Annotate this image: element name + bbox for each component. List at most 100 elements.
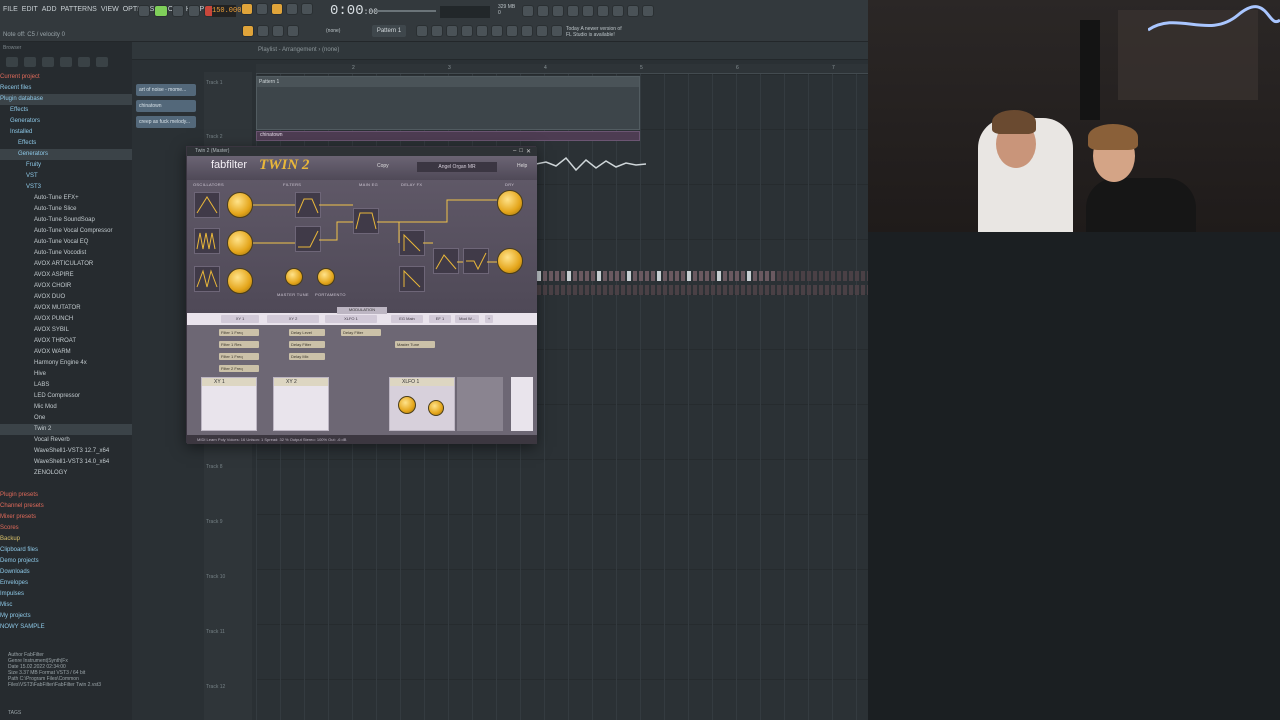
mod-slot[interactable]: Filter 1 Res (219, 341, 259, 348)
track-name[interactable]: Track 12 (206, 684, 225, 690)
browser-item[interactable]: Auto-Tune EFX+ (0, 193, 132, 204)
browser-item[interactable]: Mixer presets (0, 512, 132, 523)
browser-item[interactable]: ZENOLOGY (0, 468, 132, 479)
step-button[interactable] (723, 285, 727, 295)
arrow-icon[interactable] (257, 25, 269, 37)
browser-item[interactable]: AVOX SYBIL (0, 325, 132, 336)
browser-item[interactable]: Generators (0, 149, 132, 160)
track-name[interactable]: Track 2 (206, 134, 222, 140)
browser-star-icon[interactable] (96, 57, 108, 67)
step-button[interactable] (663, 285, 667, 295)
mod-slot[interactable]: Filter 2 Freq (219, 365, 259, 372)
step-button[interactable] (861, 271, 865, 281)
add-mod-button[interactable]: + (485, 315, 493, 323)
browser-item[interactable]: Impulses (0, 589, 132, 600)
step-button[interactable] (855, 271, 859, 281)
step-button[interactable] (681, 285, 685, 295)
browser-icon[interactable] (521, 25, 533, 37)
piano-roll-icon[interactable] (537, 5, 549, 17)
step-button[interactable] (645, 285, 649, 295)
step-button[interactable] (807, 285, 811, 295)
step-button[interactable] (777, 285, 781, 295)
browser-item[interactable]: Downloads (0, 567, 132, 578)
track-name[interactable]: Track 9 (206, 519, 222, 525)
macro-slider[interactable] (511, 377, 533, 431)
step-button[interactable] (675, 285, 679, 295)
step-button[interactable] (825, 285, 829, 295)
step-button[interactable] (555, 285, 559, 295)
step-button[interactable] (627, 285, 631, 295)
step-button[interactable] (591, 285, 595, 295)
browser-item[interactable]: Channel presets (0, 501, 132, 512)
browser-item[interactable]: Plugin database (0, 94, 132, 105)
browser-item[interactable]: Clipboard files (0, 545, 132, 556)
mod-tab-ef1[interactable]: EF 1 (429, 315, 451, 323)
step-button[interactable] (789, 285, 793, 295)
browser-item[interactable]: Auto-Tune Slice (0, 204, 132, 215)
step-button[interactable] (699, 285, 703, 295)
channel-rack-icon[interactable] (552, 5, 564, 17)
pattern-song-toggle[interactable] (138, 5, 150, 17)
audio-icon[interactable] (536, 25, 548, 37)
step-button[interactable] (657, 285, 661, 295)
step-button[interactable] (831, 285, 835, 295)
tempo-tapper-icon[interactable] (612, 5, 624, 17)
step-button[interactable] (807, 271, 811, 281)
step-button[interactable] (537, 271, 541, 281)
browser-options-icon[interactable] (6, 57, 18, 67)
step-button[interactable] (753, 271, 757, 281)
mod-tab-modwheel[interactable]: Mod W... (455, 315, 479, 323)
step-button[interactable] (597, 285, 601, 295)
browser-item[interactable]: My projects (0, 611, 132, 622)
step-button[interactable] (561, 285, 565, 295)
plugin-picker-icon[interactable] (597, 5, 609, 17)
step-button[interactable] (771, 285, 775, 295)
track-name[interactable]: Track 10 (206, 574, 225, 580)
menu-item[interactable]: FILE (3, 6, 18, 13)
browser-item[interactable]: Harmony Engine 4x (0, 358, 132, 369)
loop-record-icon[interactable] (286, 3, 298, 15)
mixer-icon[interactable] (461, 25, 473, 37)
plugin-icon[interactable] (506, 25, 518, 37)
step-button[interactable] (555, 271, 559, 281)
step-button[interactable] (741, 271, 745, 281)
browser-item[interactable]: Hive (0, 369, 132, 380)
browser-item[interactable]: Effects (0, 138, 132, 149)
master-volume-slider[interactable] (376, 10, 436, 12)
pattern-clip[interactable]: Pattern 1 (256, 76, 640, 130)
step-button[interactable] (711, 285, 715, 295)
lfo-freq-knob[interactable] (398, 396, 416, 414)
step-button[interactable] (837, 285, 841, 295)
browser-icon[interactable] (582, 5, 594, 17)
xy2-pad[interactable]: XY 2 (273, 377, 329, 431)
browser-item[interactable]: AVOX MUTATOR (0, 303, 132, 314)
step-button[interactable] (549, 285, 553, 295)
browser-item[interactable]: WaveShell1-VST3 14.0_x64 (0, 457, 132, 468)
cpu-icon[interactable] (642, 5, 654, 17)
browser-item[interactable]: VST (0, 171, 132, 182)
step-button[interactable] (693, 271, 697, 281)
step-button[interactable] (609, 285, 613, 295)
step-button[interactable] (837, 271, 841, 281)
step-button[interactable] (813, 285, 817, 295)
browser-plugin-icon[interactable] (60, 57, 72, 67)
step-button[interactable] (633, 271, 637, 281)
browser-item[interactable]: Recent files (0, 83, 132, 94)
step-button[interactable] (795, 271, 799, 281)
step-button[interactable] (663, 271, 667, 281)
step-button[interactable] (819, 271, 823, 281)
step-button[interactable] (849, 285, 853, 295)
mod-slot[interactable]: Delay Level (289, 329, 325, 336)
step-button[interactable] (567, 285, 571, 295)
step-button[interactable] (747, 271, 751, 281)
pattern-item[interactable]: creep as fuck melody... (136, 116, 196, 128)
browser-item[interactable]: Auto-Tune Vocodist (0, 248, 132, 259)
step-button[interactable] (777, 271, 781, 281)
step-button[interactable] (669, 271, 673, 281)
step-button[interactable] (615, 271, 619, 281)
settings-icon[interactable] (627, 5, 639, 17)
step-button[interactable] (645, 271, 649, 281)
mod-slot[interactable]: Filter 1 Freq (219, 353, 259, 360)
browser-item[interactable]: Fruity (0, 160, 132, 171)
browser-item[interactable]: LED Compressor (0, 391, 132, 402)
